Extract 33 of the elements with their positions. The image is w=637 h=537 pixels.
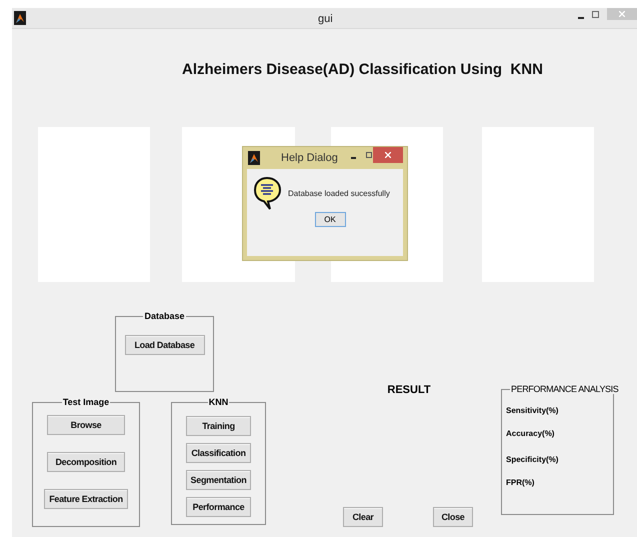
push-button[interactable]: Feature Extraction (44, 489, 128, 509)
ok-button[interactable]: OK (314, 212, 346, 227)
push-button[interactable]: Segmentation (186, 470, 251, 490)
result-label: RESULT (387, 385, 431, 396)
push-button[interactable]: Performance (186, 497, 251, 517)
minimize-icon[interactable] (350, 157, 356, 159)
window-title: gui (318, 12, 333, 27)
maximize-icon[interactable] (592, 10, 599, 18)
panel-title: Database (143, 312, 186, 321)
metric-label: Sensitivity(%) (506, 407, 560, 415)
dialog-title: Help Dialog (281, 150, 338, 166)
push-button[interactable]: Close (433, 507, 473, 527)
app-logo-icon (14, 11, 26, 25)
panel-title: PERFORMANCE ANALYSIS (510, 385, 620, 394)
push-button[interactable]: Browse (47, 415, 125, 435)
push-button[interactable]: Classification (186, 443, 251, 463)
close-icon (619, 11, 625, 17)
help-speech-bubble-icon (254, 177, 281, 210)
metric-label: Specificity(%) (506, 456, 560, 464)
metric-label: FPR(%) (506, 479, 536, 487)
close-button[interactable] (373, 147, 403, 163)
push-button[interactable]: Clear (343, 507, 383, 527)
push-button[interactable]: Load Database (124, 335, 204, 355)
close-icon (385, 152, 391, 158)
dialog-message: Database loaded sucessfully (288, 188, 390, 200)
push-button[interactable]: Decomposition (47, 452, 125, 472)
maximize-icon[interactable] (366, 152, 372, 158)
panel-title: Test Image (62, 398, 110, 407)
page-heading: Alzheimers Disease(AD) Classification Using KNN (182, 62, 544, 77)
panel-title: KNN (208, 398, 230, 407)
app-logo-icon (248, 151, 260, 165)
push-button[interactable]: Training (186, 416, 251, 436)
metric-label: Accuracy(%) (506, 430, 556, 438)
